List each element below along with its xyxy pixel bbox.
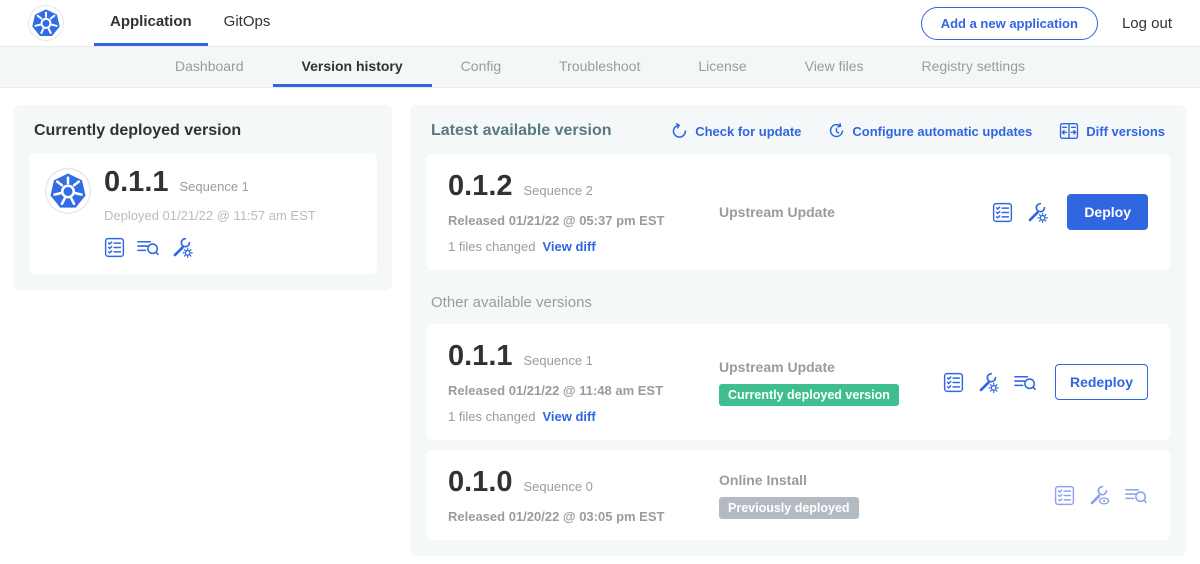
files-changed-label: 1 files changed bbox=[448, 239, 535, 254]
sequence-label: Sequence 0 bbox=[524, 479, 593, 494]
update-actions: Check for update Configure automatic upd… bbox=[671, 121, 1165, 141]
currently-deployed-badge: Currently deployed version bbox=[719, 384, 899, 406]
card-spacer bbox=[426, 440, 1170, 450]
version-source-block: Online Install Previously deployed bbox=[713, 472, 1054, 519]
version-source-label: Upstream Update bbox=[719, 359, 943, 375]
subnav-item-troubleshoot[interactable]: Troubleshoot bbox=[530, 47, 669, 87]
config-icon[interactable] bbox=[1026, 201, 1049, 224]
logs-icon[interactable] bbox=[1013, 372, 1037, 393]
subnav-item-view-files[interactable]: View files bbox=[776, 47, 893, 87]
latest-version-title: Latest available version bbox=[431, 122, 612, 140]
diff-icon bbox=[1059, 121, 1079, 141]
add-new-application-button[interactable]: Add a new application bbox=[921, 7, 1098, 40]
version-info: 0.1.0 Sequence 0 Released 01/20/22 @ 03:… bbox=[448, 466, 713, 524]
released-timestamp: Released 01/21/22 @ 11:48 am EST bbox=[448, 383, 713, 398]
version-source-label: Upstream Update bbox=[719, 204, 992, 220]
release-notes-icon[interactable] bbox=[943, 372, 964, 393]
other-versions-title: Other available versions bbox=[431, 294, 1165, 311]
config-icon[interactable] bbox=[171, 236, 194, 259]
version-card-0-1-1: 0.1.1 Sequence 1 Released 01/21/22 @ 11:… bbox=[426, 324, 1170, 440]
released-timestamp: Released 01/21/22 @ 05:37 pm EST bbox=[448, 213, 713, 228]
diff-versions-link[interactable]: Diff versions bbox=[1059, 121, 1165, 141]
version-number: 0.1.2 bbox=[448, 170, 513, 203]
top-navbar: Application GitOps Add a new application… bbox=[0, 0, 1200, 47]
subnav-item-registry-settings[interactable]: Registry settings bbox=[893, 47, 1054, 87]
deployed-version-actions bbox=[104, 236, 316, 259]
refresh-icon bbox=[671, 123, 688, 140]
config-icon[interactable] bbox=[977, 371, 1000, 394]
view-diff-link[interactable]: View diff bbox=[542, 239, 595, 254]
released-timestamp: Released 01/20/22 @ 03:05 pm EST bbox=[448, 509, 713, 524]
deploy-button[interactable]: Deploy bbox=[1067, 194, 1148, 230]
kubernetes-logo-icon[interactable] bbox=[28, 5, 64, 41]
deployed-timestamp: Deployed 01/21/22 @ 11:57 am EST bbox=[104, 208, 316, 223]
files-changed-row: 1 files changed View diff bbox=[448, 409, 713, 424]
topbar-right-group: Add a new application Log out bbox=[921, 0, 1172, 46]
version-source-label: Online Install bbox=[719, 472, 1054, 488]
configure-automatic-updates-link[interactable]: Configure automatic updates bbox=[828, 123, 1032, 140]
app-switcher-tabs: Application GitOps bbox=[94, 0, 286, 46]
release-notes-icon[interactable] bbox=[1054, 485, 1075, 506]
app-kubernetes-logo-icon bbox=[45, 168, 91, 214]
files-changed-row: 1 files changed View diff bbox=[448, 239, 713, 254]
tab-application[interactable]: Application bbox=[94, 0, 208, 46]
schedule-update-icon bbox=[828, 123, 845, 140]
tab-gitops-label: GitOps bbox=[224, 13, 271, 30]
version-history-page: Currently deployed version 0.1.1 Sequenc… bbox=[0, 88, 1200, 564]
available-versions-panel: Latest available version Check for updat… bbox=[410, 105, 1186, 556]
version-source-block: Upstream Update Currently deployed versi… bbox=[713, 359, 943, 406]
currently-deployed-panel: Currently deployed version 0.1.1 Sequenc… bbox=[14, 105, 392, 290]
subnav-item-dashboard[interactable]: Dashboard bbox=[146, 47, 273, 87]
version-source-block: Upstream Update bbox=[713, 204, 992, 220]
view-diff-link[interactable]: View diff bbox=[542, 409, 595, 424]
previously-deployed-badge: Previously deployed bbox=[719, 497, 859, 519]
files-changed-label: 1 files changed bbox=[448, 409, 535, 424]
check-for-update-link[interactable]: Check for update bbox=[671, 123, 801, 140]
subnav-item-license[interactable]: License bbox=[669, 47, 775, 87]
logs-icon[interactable] bbox=[136, 237, 160, 258]
version-actions bbox=[1054, 484, 1148, 507]
deployed-version-number: 0.1.1 bbox=[104, 166, 169, 199]
deployed-sequence-label: Sequence 1 bbox=[180, 179, 249, 194]
tab-application-label: Application bbox=[110, 13, 192, 30]
version-info: 0.1.1 Sequence 1 Released 01/21/22 @ 11:… bbox=[448, 340, 713, 424]
configure-automatic-updates-label: Configure automatic updates bbox=[852, 124, 1032, 139]
currently-deployed-details: 0.1.1 Sequence 1 Deployed 01/21/22 @ 11:… bbox=[104, 166, 316, 259]
version-card-0-1-0: 0.1.0 Sequence 0 Released 01/20/22 @ 03:… bbox=[426, 450, 1170, 540]
version-number: 0.1.1 bbox=[448, 340, 513, 373]
redeploy-button[interactable]: Redeploy bbox=[1055, 364, 1148, 400]
release-notes-icon[interactable] bbox=[104, 237, 125, 258]
app-section-nav: Dashboard Version history Config Trouble… bbox=[0, 47, 1200, 88]
version-info: 0.1.2 Sequence 2 Released 01/21/22 @ 05:… bbox=[448, 170, 713, 254]
subnav-item-version-history[interactable]: Version history bbox=[273, 47, 432, 87]
tab-gitops[interactable]: GitOps bbox=[208, 0, 287, 46]
sequence-label: Sequence 2 bbox=[524, 183, 593, 198]
sequence-label: Sequence 1 bbox=[524, 353, 593, 368]
version-actions: Redeploy bbox=[943, 364, 1148, 400]
view-config-icon[interactable] bbox=[1088, 484, 1111, 507]
logout-link[interactable]: Log out bbox=[1122, 15, 1172, 32]
check-for-update-label: Check for update bbox=[695, 124, 801, 139]
version-actions: Deploy bbox=[992, 194, 1148, 230]
release-notes-icon[interactable] bbox=[992, 202, 1013, 223]
currently-deployed-title: Currently deployed version bbox=[34, 122, 377, 140]
diff-versions-label: Diff versions bbox=[1086, 124, 1165, 139]
latest-version-header: Latest available version Check for updat… bbox=[431, 121, 1165, 141]
version-card-0-1-2: 0.1.2 Sequence 2 Released 01/21/22 @ 05:… bbox=[426, 154, 1170, 270]
logs-icon[interactable] bbox=[1124, 485, 1148, 506]
currently-deployed-card: 0.1.1 Sequence 1 Deployed 01/21/22 @ 11:… bbox=[29, 153, 377, 274]
version-number: 0.1.0 bbox=[448, 466, 513, 499]
subnav-item-config[interactable]: Config bbox=[432, 47, 530, 87]
